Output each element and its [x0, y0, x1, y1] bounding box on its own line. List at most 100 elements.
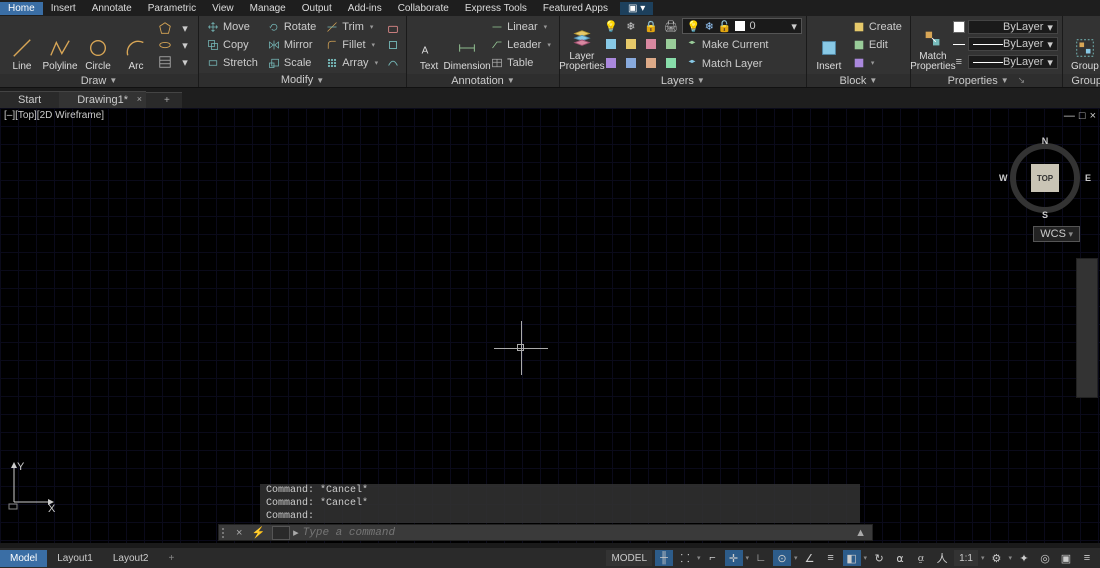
linetype-dropdown[interactable]: ByLayer▾ [968, 55, 1058, 69]
model-space-button[interactable]: MODEL [606, 550, 652, 566]
layout2-tab[interactable]: Layout2 [103, 550, 159, 567]
cmdline-handle[interactable] [219, 528, 231, 538]
gear-icon[interactable]: ⚙ [987, 550, 1005, 566]
snap-toggle[interactable]: ⸬ [676, 550, 694, 566]
layer-iso-button[interactable] [622, 36, 640, 52]
anno-scale-button[interactable]: ⍺ [891, 550, 909, 566]
viewcube-s[interactable]: S [1042, 210, 1048, 220]
tab-addins[interactable]: Add-ins [340, 2, 390, 15]
circle-button[interactable]: Circle [80, 18, 116, 72]
cycling-toggle[interactable]: ↻ [870, 550, 888, 566]
scale-button[interactable]: Scale [264, 54, 320, 71]
cmdline-close-icon[interactable]: × [231, 527, 247, 539]
layer-d-button[interactable] [662, 55, 680, 71]
tab-view[interactable]: View [204, 2, 242, 15]
tab-insert[interactable]: Insert [43, 2, 84, 15]
layer-off-button[interactable] [602, 36, 620, 52]
layer-c-button[interactable] [642, 55, 660, 71]
app-store-button[interactable]: ▣ ▾ [620, 2, 653, 15]
create-block-button[interactable]: Create [849, 19, 906, 36]
rectangle-button[interactable]: ▾ [176, 20, 194, 36]
view-cube[interactable]: N S W E TOP [1005, 138, 1085, 218]
tab-output[interactable]: Output [294, 2, 340, 15]
match-layer-button[interactable]: Match Layer [682, 55, 767, 72]
line-button[interactable]: Line [4, 18, 40, 72]
tab-featured[interactable]: Featured Apps [535, 2, 616, 15]
file-tab-start[interactable]: Start [0, 91, 59, 108]
ellipse-button[interactable] [156, 37, 174, 53]
layout1-tab[interactable]: Layout1 [47, 550, 103, 567]
model-tab[interactable]: Model [0, 550, 47, 567]
copy-button[interactable]: Copy [203, 36, 262, 53]
scale-button[interactable]: 1:1 [954, 550, 978, 566]
viewcube-face[interactable]: TOP [1031, 164, 1059, 192]
vp-maximize-icon[interactable]: □ [1079, 110, 1086, 122]
cmdline-recent-icon[interactable] [272, 526, 290, 540]
layer-lightbulb-icon[interactable]: 💡 [602, 18, 620, 34]
close-tab-icon[interactable]: × [137, 94, 142, 104]
layer-freeze-icon[interactable]: ❄ [622, 18, 640, 34]
mirror-button[interactable]: Mirror [264, 36, 320, 53]
linear-button[interactable]: Linear▾ [487, 19, 555, 36]
table-button[interactable]: Table [487, 55, 555, 72]
otrack-toggle[interactable]: ∠ [801, 550, 819, 566]
edit-attributes-button[interactable]: ▾ [849, 55, 906, 72]
isolate-button[interactable]: ✦ [1015, 550, 1033, 566]
fillet-button[interactable]: Fillet▾ [322, 36, 382, 53]
ortho-toggle[interactable]: ⌐ [704, 550, 722, 566]
osnap-toggle[interactable]: ⊙ [773, 550, 791, 566]
command-input[interactable] [299, 527, 849, 539]
add-layout-button[interactable]: + [158, 550, 184, 567]
transparency-toggle[interactable]: ◧ [843, 550, 861, 566]
anno-vis-button[interactable]: ⍶ [912, 550, 930, 566]
tab-parametric[interactable]: Parametric [140, 2, 204, 15]
layer-a-button[interactable] [602, 55, 620, 71]
text-button[interactable]: AText [411, 18, 447, 72]
move-button[interactable]: Move [203, 18, 262, 35]
insert-block-button[interactable]: Insert [811, 18, 847, 72]
tab-express[interactable]: Express Tools [457, 2, 535, 15]
vp-minimize-icon[interactable]: — [1064, 110, 1075, 122]
point-button[interactable]: ▾ [176, 54, 194, 70]
nav-bar[interactable] [1076, 258, 1098, 398]
grid-toggle[interactable]: ╫ [655, 550, 673, 566]
color-swatch[interactable] [953, 21, 965, 33]
polar-toggle[interactable]: ✛ [725, 550, 743, 566]
polygon-button[interactable] [156, 20, 174, 36]
cmdline-customize-icon[interactable]: ⚡ [247, 526, 269, 539]
hatch-button[interactable] [156, 54, 174, 70]
dimension-button[interactable]: Dimension [449, 18, 485, 72]
match-properties-button[interactable]: Match Properties [915, 18, 951, 72]
layer-dropdown[interactable]: 💡❄🔓0▾ [682, 18, 802, 34]
edit-block-button[interactable]: Edit [849, 37, 906, 54]
layer-on-button[interactable] [662, 36, 680, 52]
customize-status-button[interactable]: ≡ [1078, 550, 1096, 566]
cmdline-history-icon[interactable]: ▲ [849, 527, 872, 539]
wcs-label[interactable]: WCS ▾ [1033, 226, 1080, 242]
leader-button[interactable]: Leader▾ [487, 37, 555, 54]
clean-screen-button[interactable]: ▣ [1057, 550, 1075, 566]
layer-thaw-button[interactable] [642, 36, 660, 52]
command-line[interactable]: × ⚡ ▸ ▲ [218, 524, 873, 541]
layer-plot-icon[interactable]: 🖨 [662, 18, 680, 34]
color-dropdown[interactable]: ByLayer▾ [968, 20, 1058, 34]
offset-button[interactable] [384, 54, 402, 70]
viewport-label[interactable]: [–][Top][2D Wireframe] [4, 110, 104, 121]
vp-close-icon[interactable]: × [1090, 110, 1096, 122]
viewcube-e[interactable]: E [1085, 173, 1091, 183]
viewcube-n[interactable]: N [1042, 136, 1049, 146]
new-tab-button[interactable]: + [146, 92, 182, 108]
drawing-viewport[interactable]: [–][Top][2D Wireframe] — □ × N S W E TOP… [0, 108, 1100, 543]
tab-home[interactable]: Home [0, 2, 43, 15]
viewcube-w[interactable]: W [999, 173, 1008, 183]
arc-button[interactable]: Arc [118, 18, 154, 72]
tab-annotate[interactable]: Annotate [84, 2, 140, 15]
lineweight-toggle[interactable]: ≡ [822, 550, 840, 566]
tab-collaborate[interactable]: Collaborate [390, 2, 457, 15]
explode-button[interactable] [384, 37, 402, 53]
array-button[interactable]: Array▾ [322, 54, 382, 71]
hardware-accel-button[interactable]: ◎ [1036, 550, 1054, 566]
anno-auto-button[interactable]: 人 [933, 550, 951, 566]
polyline-button[interactable]: Polyline [42, 18, 78, 72]
layer-b-button[interactable] [622, 55, 640, 71]
